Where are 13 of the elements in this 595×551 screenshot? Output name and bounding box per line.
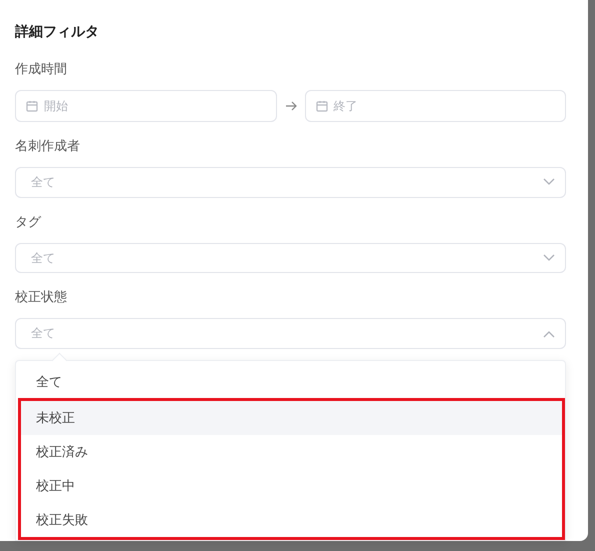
dropdown-option[interactable]: 未校正 (21, 401, 562, 436)
arrow-right-icon (284, 101, 296, 111)
calendar-icon (316, 100, 328, 112)
panel-title: 詳細フィルタ (15, 23, 100, 42)
field-label: 名刺作成者 (15, 138, 81, 156)
field-label: 作成時間 (15, 61, 68, 79)
calendar-icon (26, 100, 38, 112)
chevron-down-icon (543, 254, 555, 262)
field-label: タグ (15, 214, 42, 232)
dropdown-option[interactable]: 全て (16, 365, 565, 398)
chevron-up-icon (543, 330, 555, 338)
field-label: 校正状態 (15, 289, 68, 308)
chevron-down-icon (543, 178, 555, 186)
